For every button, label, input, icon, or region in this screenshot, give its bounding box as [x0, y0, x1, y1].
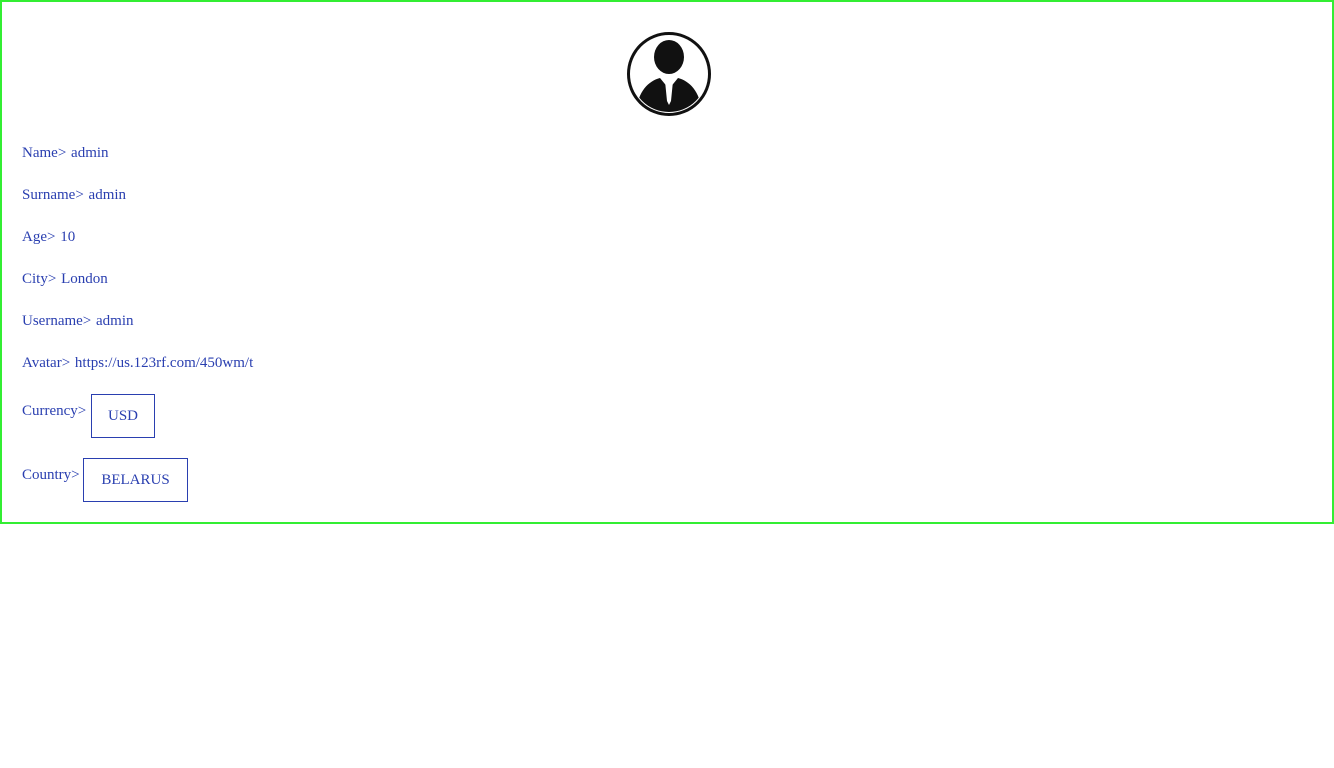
city-field: City> — [22, 270, 322, 288]
avatar — [626, 31, 712, 117]
user-silhouette-icon — [627, 32, 711, 116]
avatar-url-field: Avatar> — [22, 354, 265, 372]
currency-label: Currency> — [22, 403, 87, 419]
surname-field: Surname> — [22, 186, 349, 204]
username-field: Username> — [22, 312, 357, 330]
country-select[interactable]: BELARUS — [83, 458, 188, 502]
country-label: Country> — [22, 467, 80, 483]
avatar-url-label: Avatar> — [22, 355, 71, 371]
name-input[interactable] — [70, 144, 332, 162]
profile-card: Name> Surname> Age> City> Username> Avat… — [0, 0, 1334, 524]
currency-field: Currency> USD — [22, 394, 222, 440]
city-input[interactable] — [60, 270, 322, 288]
name-label: Name> — [22, 145, 67, 161]
country-field: Country> BELARUS — [22, 458, 222, 504]
surname-input[interactable] — [87, 186, 349, 204]
age-field: Age> — [22, 228, 321, 246]
city-label: City> — [22, 271, 57, 287]
username-input[interactable] — [95, 312, 357, 330]
surname-label: Surname> — [22, 187, 84, 203]
currency-select[interactable]: USD — [91, 394, 155, 438]
name-field: Name> — [22, 144, 332, 162]
username-label: Username> — [22, 313, 92, 329]
avatar-url-input[interactable] — [73, 354, 265, 372]
age-input[interactable] — [59, 228, 321, 246]
age-label: Age> — [22, 229, 56, 245]
